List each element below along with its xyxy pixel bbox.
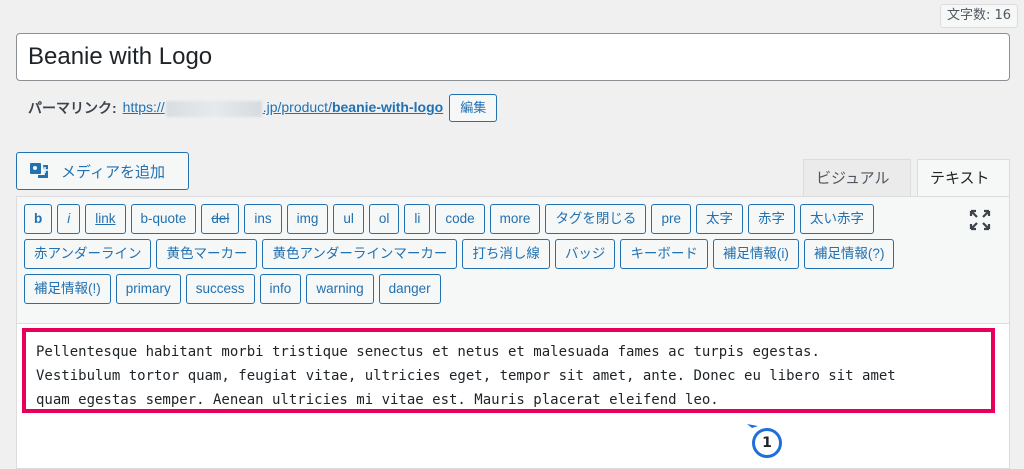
- toolbar-button[interactable]: link: [85, 204, 126, 234]
- media-icon: [30, 163, 48, 178]
- toolbar-button[interactable]: pre: [651, 204, 691, 234]
- toolbar-button[interactable]: i: [57, 204, 81, 234]
- permalink-link[interactable]: https:// .jp/product/beanie-with-logo: [122, 99, 444, 117]
- tab-visual[interactable]: ビジュアル: [803, 159, 911, 197]
- toolbar-button[interactable]: タグを閉じる: [545, 204, 647, 234]
- permalink-edit-button[interactable]: 編集: [449, 94, 498, 122]
- permalink-url-domain-suffix: .jp/product/: [262, 99, 332, 116]
- toolbar-button[interactable]: 補足情報(i): [712, 239, 799, 269]
- toolbar-button[interactable]: 黄色アンダーラインマーカー: [262, 239, 458, 269]
- permalink-url-prefix: https://: [122, 99, 165, 116]
- add-media-label: メディアを追加: [61, 162, 165, 181]
- toolbar-button[interactable]: b: [24, 204, 53, 234]
- toolbar-button[interactable]: b-quote: [130, 204, 197, 234]
- toolbar-button[interactable]: code: [435, 204, 485, 234]
- tab-text[interactable]: テキスト: [917, 159, 1010, 197]
- toolbar-button[interactable]: 太字: [695, 204, 743, 234]
- add-media-button[interactable]: メディアを追加: [16, 152, 189, 190]
- toolbar-button[interactable]: primary: [115, 274, 181, 304]
- toolbar-button[interactable]: ul: [333, 204, 364, 234]
- toolbar-button[interactable]: 補足情報(!): [24, 274, 111, 304]
- toolbar-button[interactable]: バッジ: [554, 239, 616, 269]
- toolbar-button[interactable]: 太い赤字: [799, 204, 874, 234]
- toolbar-button[interactable]: img: [286, 204, 329, 234]
- permalink-slug: beanie-with-logo: [331, 99, 444, 116]
- quicktags-toolbar: b i link b-quote del ins img ul ol li code more タグを閉…: [17, 197, 1009, 324]
- permalink-label: パーマリンク:: [28, 100, 117, 116]
- toolbar-button[interactable]: ol: [368, 204, 400, 234]
- annotation-marker: 1: [746, 424, 786, 460]
- toolbar-button[interactable]: 黄色マーカー: [156, 239, 258, 269]
- toolbar-button[interactable]: li: [404, 204, 431, 234]
- toolbar-button[interactable]: 打ち消し線: [462, 239, 550, 269]
- toolbar-button[interactable]: more: [489, 204, 541, 234]
- toolbar-button[interactable]: ins: [244, 204, 282, 234]
- toolbar-button[interactable]: 補足情報(?): [803, 239, 895, 269]
- toolbar-button[interactable]: success: [185, 274, 255, 304]
- permalink-row: パーマリンク: https:// .jp/product/beanie-with-…: [28, 93, 498, 123]
- char-count: 文字数: 16: [939, 4, 1018, 28]
- blurred-domain: [165, 100, 262, 117]
- toolbar-button[interactable]: 赤アンダーライン: [24, 239, 152, 269]
- content-textarea[interactable]: Pellentesque habitant morbi tristique se…: [22, 328, 995, 413]
- toolbar-button[interactable]: del: [201, 204, 240, 234]
- editor: b i link b-quote del ins img ul ol li code more タグを閉…: [16, 196, 1010, 469]
- toolbar-button[interactable]: warning: [306, 274, 374, 304]
- fullscreen-icon[interactable]: [969, 209, 991, 231]
- toolbar-button[interactable]: danger: [378, 274, 441, 304]
- toolbar-button[interactable]: キーボード: [620, 239, 708, 269]
- marker-number: 1: [752, 428, 782, 458]
- title-input[interactable]: Beanie with Logo: [16, 33, 1010, 81]
- toolbar-button[interactable]: 赤字: [747, 204, 795, 234]
- toolbar-button[interactable]: info: [259, 274, 302, 304]
